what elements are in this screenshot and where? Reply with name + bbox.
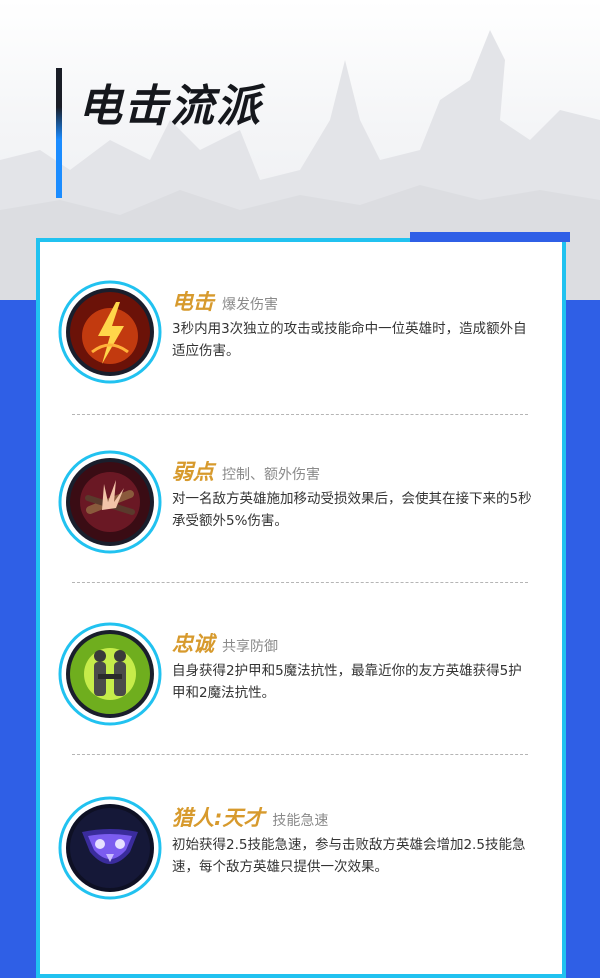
divider bbox=[72, 582, 528, 583]
hunter-genius-icon bbox=[58, 796, 162, 900]
rune-description: 对一名敌方英雄施加移动受损效果后，会使其在接下来的5秒承受额外5%伤害。 bbox=[172, 491, 532, 529]
rune-item-hunter-genius: 猎人:天才 技能急速 初始获得2.5技能急速，参与击败敌方英雄会增加2.5技能急速… bbox=[58, 796, 558, 926]
weakness-icon bbox=[58, 450, 162, 554]
rune-name: 弱点 控制、额外伤害 bbox=[172, 460, 320, 484]
page-title: 电击流派 bbox=[78, 81, 262, 132]
electrocute-icon bbox=[58, 280, 162, 384]
rune-item-weakness: 弱点 控制、额外伤害 对一名敌方英雄施加移动受损效果后，会使其在接下来的5秒承受额… bbox=[58, 450, 558, 580]
title-accent-bar bbox=[56, 68, 62, 198]
divider bbox=[72, 414, 528, 415]
divider bbox=[72, 754, 528, 755]
rune-name: 忠诚 共享防御 bbox=[172, 632, 278, 656]
rune-tag: 爆发伤害 bbox=[222, 297, 278, 313]
rune-item-loyalty: 忠诚 共享防御 自身获得2护甲和5魔法抗性，最靠近你的友方英雄获得5护甲和2魔法抗… bbox=[58, 622, 558, 752]
card-notch bbox=[410, 232, 570, 242]
rune-tag: 控制、额外伤害 bbox=[222, 467, 320, 483]
loyalty-icon bbox=[58, 622, 162, 726]
rune-tag: 技能急速 bbox=[272, 813, 329, 829]
rune-description: 3秒内用3次独立的攻击或技能命中一位英雄时，造成额外自适应伤害。 bbox=[172, 321, 527, 359]
rune-name: 猎人:天才 技能急速 bbox=[172, 806, 329, 830]
rune-name: 电击 爆发伤害 bbox=[172, 290, 278, 314]
rune-tag: 共享防御 bbox=[222, 639, 278, 655]
rune-description: 自身获得2护甲和5魔法抗性，最靠近你的友方英雄获得5护甲和2魔法抗性。 bbox=[172, 663, 522, 701]
rune-item-electrocute: 电击 爆发伤害 3秒内用3次独立的攻击或技能命中一位英雄时，造成额外自适应伤害。 bbox=[58, 280, 558, 410]
rune-description: 初始获得2.5技能急速，参与击败敌方英雄会增加2.5技能急速，每个敌方英雄只提供… bbox=[172, 837, 526, 875]
